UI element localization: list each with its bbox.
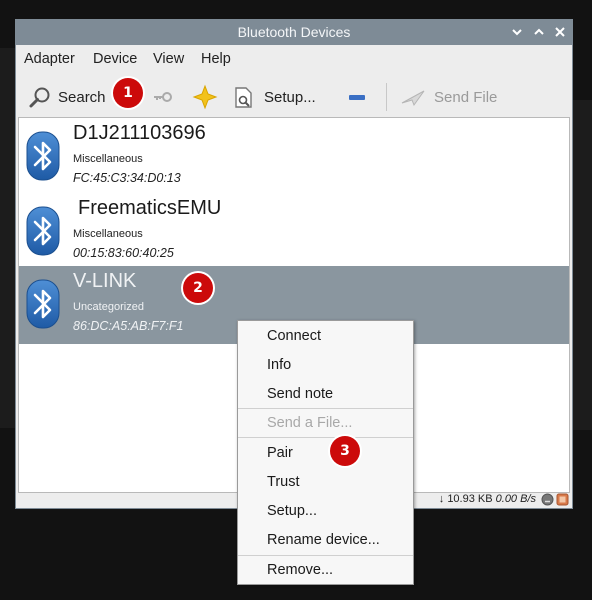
- menu-trust[interactable]: Trust: [267, 474, 300, 490]
- setup-document-icon: [235, 87, 252, 108]
- background-shape: [0, 48, 15, 428]
- transfer-rate: 0.00 B/s: [495, 493, 536, 505]
- menu-rename-device[interactable]: Rename device...: [267, 532, 380, 548]
- remove-button[interactable]: [348, 81, 366, 113]
- toolbar: Search Setup... Send File: [16, 77, 572, 117]
- background-shape: [571, 100, 592, 430]
- trust-star-button[interactable]: [192, 81, 218, 113]
- close-icon: [555, 27, 565, 37]
- menu-divider: [238, 437, 413, 438]
- device-address: 00:15:83:60:40:25: [73, 246, 174, 260]
- bluetooth-icon: [26, 279, 60, 329]
- adapter-status-icon: [541, 493, 554, 506]
- menu-send-file: Send a File...: [267, 415, 353, 431]
- menu-adapter[interactable]: Adapter: [24, 51, 75, 67]
- send-file-label: Send File: [434, 88, 498, 106]
- send-file-button[interactable]: Send File: [400, 81, 497, 113]
- menu-send-note[interactable]: Send note: [267, 386, 333, 402]
- menubar: Adapter Device View Help: [16, 45, 572, 73]
- device-class: Miscellaneous: [73, 153, 143, 165]
- search-button[interactable]: Search: [28, 81, 106, 113]
- close-button[interactable]: [551, 23, 569, 41]
- transferred-amount: 10.93 KB: [447, 493, 493, 505]
- key-icon: [154, 92, 172, 102]
- menu-remove[interactable]: Remove...: [267, 562, 333, 578]
- menu-setup[interactable]: Setup...: [267, 503, 317, 519]
- transfer-status-icon: [556, 493, 569, 506]
- menu-device[interactable]: Device: [93, 51, 137, 67]
- search-label: Search: [58, 88, 106, 106]
- menu-pair[interactable]: Pair: [267, 445, 293, 461]
- download-arrow-icon: ↓: [438, 493, 445, 505]
- key-button[interactable]: [151, 81, 175, 113]
- minus-icon: [349, 95, 365, 100]
- device-address: FC:45:C3:34:D0:13: [73, 171, 181, 185]
- device-name: FreematicsEMU: [78, 197, 222, 219]
- device-name: V-LINK: [73, 270, 137, 292]
- search-icon: [29, 87, 50, 108]
- bluetooth-icon: [26, 131, 60, 181]
- bluetooth-icon: [26, 206, 60, 256]
- step-badge-1: 1: [113, 78, 143, 108]
- minimize-button[interactable]: [508, 23, 526, 41]
- step-badge-3: 3: [330, 436, 360, 466]
- chevron-down-icon: [512, 29, 522, 36]
- device-name: D1J211103696: [73, 122, 206, 144]
- maximize-button[interactable]: [530, 23, 548, 41]
- transfer-status: ↓ 10.93 KB 0.00 B/s: [439, 493, 536, 505]
- device-row[interactable]: FreematicsEMU Miscellaneous 00:15:83:60:…: [19, 193, 569, 271]
- menu-view[interactable]: View: [153, 51, 184, 67]
- titlebar[interactable]: Bluetooth Devices: [16, 20, 572, 45]
- device-address: 86:DC:A5:AB:F7:F1: [73, 319, 184, 333]
- device-class: Miscellaneous: [73, 228, 143, 240]
- device-class: Uncategorized: [73, 301, 144, 313]
- menu-divider: [238, 555, 413, 556]
- menu-divider: [238, 408, 413, 409]
- step-badge-2: 2: [183, 273, 213, 303]
- setup-button[interactable]: Setup...: [232, 81, 316, 113]
- menu-help[interactable]: Help: [201, 51, 231, 67]
- device-row[interactable]: D1J211103696 Miscellaneous FC:45:C3:34:D…: [19, 118, 569, 196]
- menu-info[interactable]: Info: [267, 357, 291, 373]
- setup-label: Setup...: [264, 88, 316, 106]
- window-title: Bluetooth Devices: [237, 24, 351, 40]
- menu-connect[interactable]: Connect: [267, 328, 321, 344]
- chevron-up-icon: [534, 28, 544, 35]
- toolbar-divider: [386, 83, 387, 111]
- send-file-icon: [401, 90, 425, 107]
- star-icon: [192, 84, 218, 110]
- device-context-menu: Connect Info Send note Send a File... Pa…: [237, 320, 414, 585]
